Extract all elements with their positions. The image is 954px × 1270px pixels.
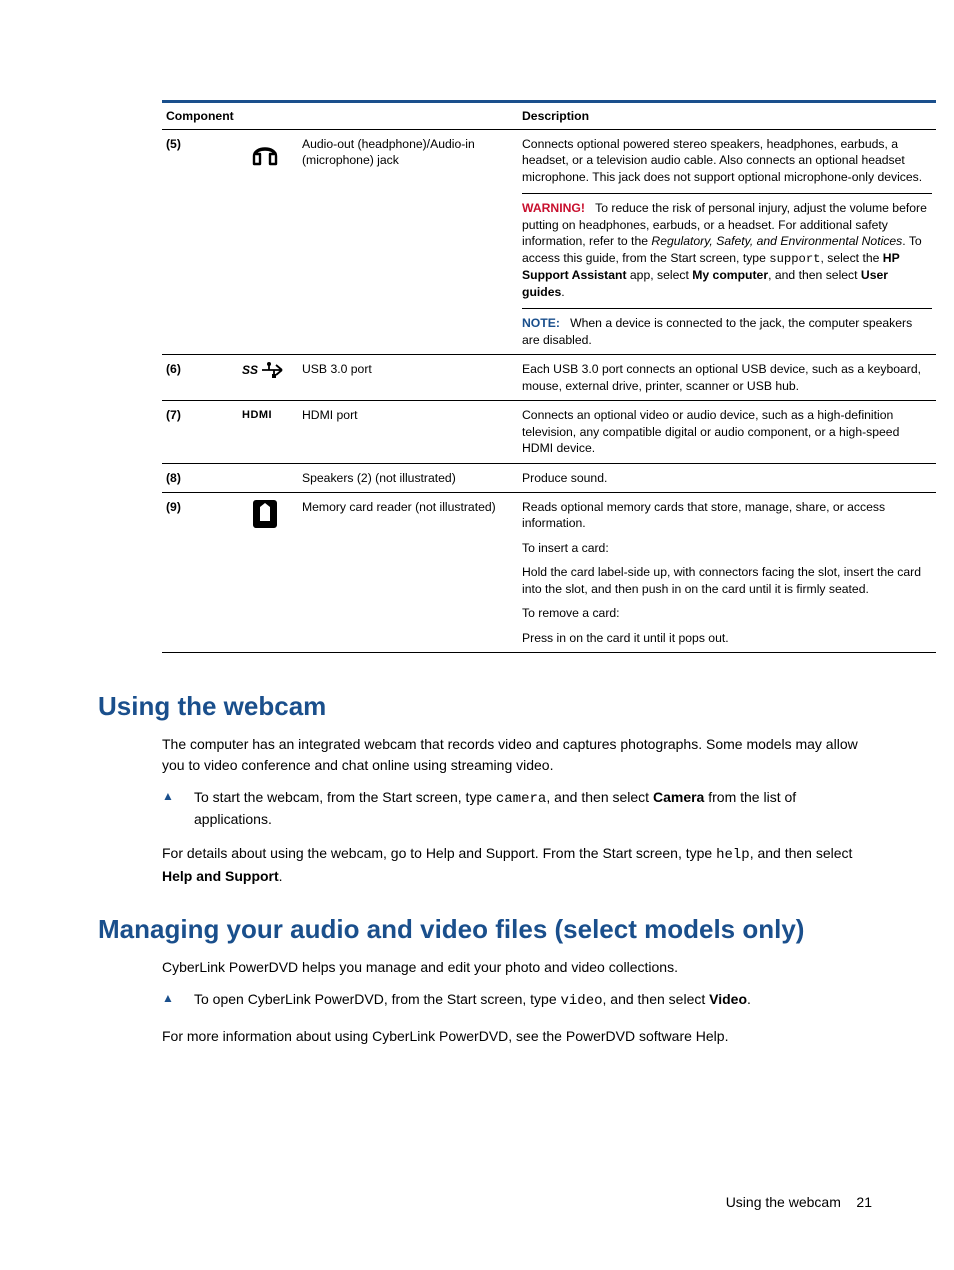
paragraph: For more information about using CyberLi… [162, 1026, 872, 1046]
paragraph: The computer has an integrated webcam th… [162, 734, 872, 775]
row-description: Reads optional memory cards that store, … [518, 492, 936, 652]
row-description: Connects an optional video or audio devi… [518, 401, 936, 463]
paragraph: CyberLink PowerDVD helps you manage and … [162, 957, 872, 977]
headphone-icon [232, 130, 298, 355]
usb-ss-icon: SS [232, 355, 298, 401]
row-num: (6) [162, 355, 232, 401]
row-description: Connects optional powered stereo speaker… [518, 130, 936, 355]
step-item: To open CyberLink PowerDVD, from the Sta… [162, 989, 872, 1011]
header-description: Description [518, 102, 936, 130]
components-table: Component Description (5) Audio-out (hea… [162, 100, 936, 653]
table-row: (9) Memory card reader (not illustrated)… [162, 492, 936, 652]
row-description: Each USB 3.0 port connects an optional U… [518, 355, 936, 401]
hdmi-icon: HDMI [232, 401, 298, 463]
row-name: Speakers (2) (not illustrated) [298, 463, 518, 492]
table-row: (8) Speakers (2) (not illustrated) Produ… [162, 463, 936, 492]
svg-text:HDMI: HDMI [242, 409, 272, 421]
row-num: (7) [162, 401, 232, 463]
row-num: (5) [162, 130, 232, 355]
svg-text:SS: SS [242, 363, 258, 377]
table-row: (7) HDMI HDMI port Connects an optional … [162, 401, 936, 463]
row-num: (8) [162, 463, 232, 492]
table-row: (6) SS USB 3.0 port Each USB 3.0 port co… [162, 355, 936, 401]
memory-card-icon [232, 492, 298, 652]
row-name: Audio-out (headphone)/Audio-in (micropho… [298, 130, 518, 355]
heading-webcam: Using the webcam [98, 691, 872, 722]
paragraph: For details about using the webcam, go t… [162, 843, 872, 886]
row-num: (9) [162, 492, 232, 652]
header-component: Component [162, 102, 518, 130]
heading-managing: Managing your audio and video files (sel… [98, 914, 872, 945]
warning-label: WARNING! [522, 201, 585, 215]
row-name: Memory card reader (not illustrated) [298, 492, 518, 652]
table-row: (5) Audio-out (headphone)/Audio-in (micr… [162, 130, 936, 355]
step-item: To start the webcam, from the Start scre… [162, 787, 872, 830]
row-name: USB 3.0 port [298, 355, 518, 401]
note-label: NOTE: [522, 316, 560, 330]
row-description: Produce sound. [518, 463, 936, 492]
page-footer: Using the webcam 21 [726, 1194, 872, 1210]
row-name: HDMI port [298, 401, 518, 463]
